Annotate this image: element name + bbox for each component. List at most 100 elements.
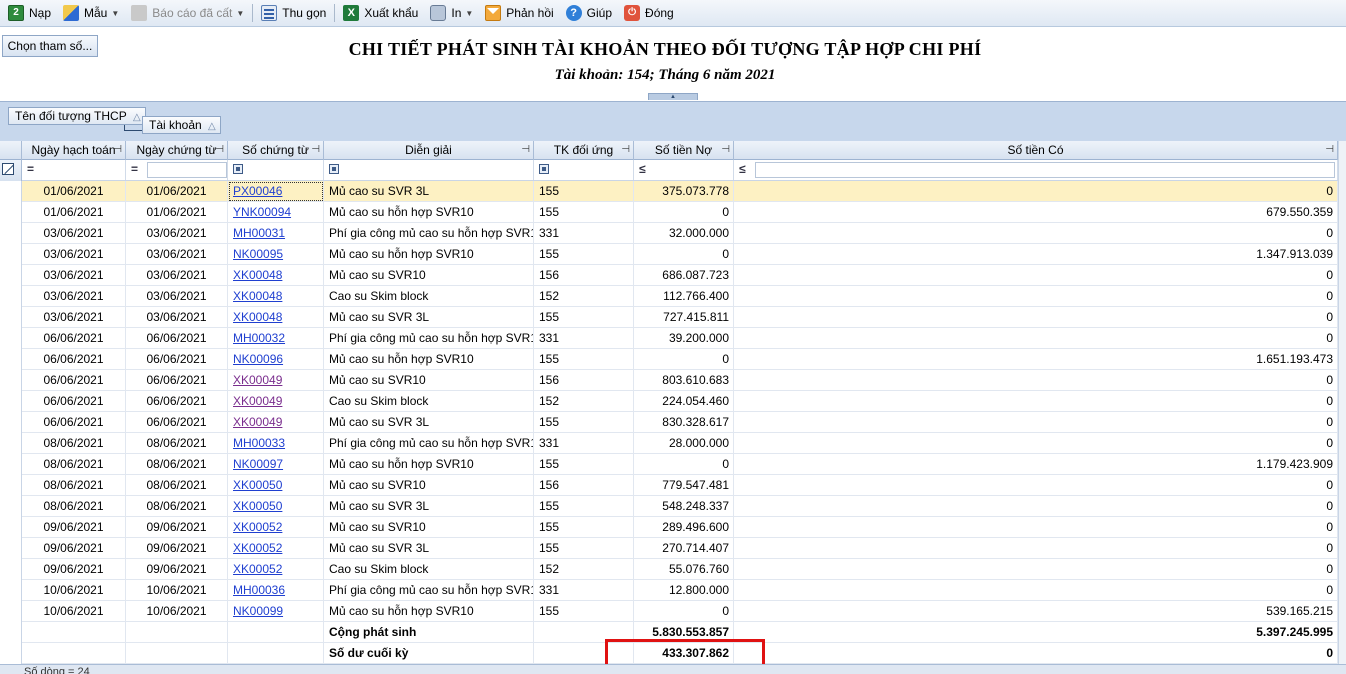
table-row[interactable]: 03/06/2021 03/06/2021 XK00048 Mủ cao su SVR…: [0, 265, 1346, 286]
filter-operator[interactable]: =: [27, 160, 39, 179]
column-header-dien-giai[interactable]: Diễn giải ⊣: [324, 141, 534, 160]
giup-button[interactable]: ? Giúp: [562, 2, 616, 24]
column-header-ngay-hach-toan[interactable]: Ngày hạch toán ⊣: [22, 141, 126, 160]
row-indicator[interactable]: [0, 601, 22, 622]
row-indicator[interactable]: [0, 538, 22, 559]
thu-gon-button[interactable]: Thu gọn: [257, 2, 330, 24]
column-header-so-tien-no[interactable]: Số tiền Nợ ⊣: [634, 141, 734, 160]
table-row[interactable]: 09/06/2021 09/06/2021 XK00052 Mủ cao su SVR…: [0, 538, 1346, 559]
group-chip-tai-khoan[interactable]: Tài khoản △: [142, 116, 221, 134]
table-row[interactable]: 06/06/2021 06/06/2021 XK00049 Mủ cao su SVR…: [0, 370, 1346, 391]
row-indicator[interactable]: [0, 370, 22, 391]
filter-input[interactable]: [755, 161, 1335, 178]
pin-icon[interactable]: ⊣: [1325, 141, 1334, 159]
voucher-link[interactable]: NK00096: [233, 352, 283, 366]
row-indicator[interactable]: [0, 223, 22, 244]
table-row[interactable]: 06/06/2021 06/06/2021 MH00032 Phí gia công …: [0, 328, 1346, 349]
column-header-so-chung-tu[interactable]: Số chứng từ ⊣: [228, 141, 324, 160]
filter-tk-doi-ung[interactable]: [534, 160, 634, 180]
voucher-link[interactable]: XK00052: [233, 520, 282, 534]
bao-cao-da-cat-button[interactable]: Báo cáo đã cất ▼: [127, 2, 248, 24]
filter-so-chung-tu[interactable]: [228, 160, 324, 180]
row-indicator[interactable]: [0, 181, 22, 202]
pin-icon[interactable]: ⊣: [521, 141, 530, 159]
row-indicator[interactable]: [0, 454, 22, 475]
row-indicator[interactable]: [0, 328, 22, 349]
table-row[interactable]: 01/06/2021 01/06/2021 YNK00094 Mủ cao su hỗ…: [0, 202, 1346, 223]
filter-ngay-hach-toan[interactable]: =: [22, 160, 126, 180]
row-indicator[interactable]: [0, 412, 22, 433]
filter-so-tien-no[interactable]: ≤: [634, 160, 734, 180]
row-indicator[interactable]: [0, 580, 22, 601]
pin-icon[interactable]: ⊣: [621, 141, 630, 159]
table-row[interactable]: 10/06/2021 10/06/2021 NK00099 Mủ cao su hỗn…: [0, 601, 1346, 622]
pin-icon[interactable]: ⊣: [113, 141, 122, 159]
voucher-link[interactable]: XK00048: [233, 268, 282, 282]
voucher-link[interactable]: NK00099: [233, 604, 283, 618]
voucher-link[interactable]: XK00050: [233, 478, 282, 492]
chevron-down-icon[interactable]: ▼: [111, 9, 119, 18]
row-indicator[interactable]: [0, 559, 22, 580]
column-header-so-tien-co[interactable]: Số tiền Có ⊣: [734, 141, 1338, 160]
column-header-ngay-chung-tu[interactable]: Ngày chứng từ ⊣: [126, 141, 228, 160]
row-indicator[interactable]: [0, 496, 22, 517]
collapse-header-handle[interactable]: ▲: [648, 93, 698, 100]
filter-checkbox-icon[interactable]: [329, 164, 339, 174]
mau-button[interactable]: Mẫu ▼: [59, 2, 123, 24]
voucher-link[interactable]: MH00031: [233, 226, 285, 240]
table-row[interactable]: 08/06/2021 08/06/2021 NK00097 Mủ cao su hỗn…: [0, 454, 1346, 475]
filter-checkbox-icon[interactable]: [233, 164, 243, 174]
table-row[interactable]: 06/06/2021 06/06/2021 XK00049 Mủ cao su SVR…: [0, 412, 1346, 433]
pin-icon[interactable]: ⊣: [721, 141, 730, 159]
filter-ngay-chung-tu[interactable]: =: [126, 160, 228, 180]
voucher-link[interactable]: XK00052: [233, 562, 282, 576]
row-indicator[interactable]: [0, 307, 22, 328]
row-indicator[interactable]: [0, 517, 22, 538]
filter-operator[interactable]: ≤: [639, 160, 651, 179]
table-row[interactable]: 09/06/2021 09/06/2021 XK00052 Cao su Skim b…: [0, 559, 1346, 580]
table-row[interactable]: 08/06/2021 08/06/2021 MH00033 Phí gia công …: [0, 433, 1346, 454]
filter-input[interactable]: [147, 161, 227, 178]
voucher-link[interactable]: XK00048: [233, 289, 282, 303]
table-row[interactable]: 09/06/2021 09/06/2021 XK00052 Mủ cao su SVR…: [0, 517, 1346, 538]
row-indicator[interactable]: [0, 244, 22, 265]
voucher-link[interactable]: YNK00094: [233, 205, 291, 219]
xuat-khau-button[interactable]: X Xuất khẩu: [339, 2, 422, 24]
voucher-link[interactable]: MH00036: [233, 583, 285, 597]
table-row[interactable]: 03/06/2021 03/06/2021 MH00031 Phí gia công …: [0, 223, 1346, 244]
row-indicator[interactable]: [0, 349, 22, 370]
pin-icon[interactable]: ⊣: [215, 141, 224, 159]
row-indicator[interactable]: [0, 202, 22, 223]
table-row[interactable]: 03/06/2021 03/06/2021 XK00048 Mủ cao su SVR…: [0, 307, 1346, 328]
nap-button[interactable]: 2 Nạp: [4, 2, 55, 24]
voucher-link[interactable]: XK00049: [233, 415, 282, 429]
table-row[interactable]: 08/06/2021 08/06/2021 XK00050 Mủ cao su SVR…: [0, 496, 1346, 517]
table-row[interactable]: 03/06/2021 03/06/2021 XK00048 Cao su Skim b…: [0, 286, 1346, 307]
table-row[interactable]: 01/06/2021 01/06/2021 PX00046 Mủ cao su SVR…: [0, 181, 1346, 202]
voucher-link[interactable]: NK00095: [233, 247, 283, 261]
voucher-link[interactable]: XK00048: [233, 310, 282, 324]
table-row[interactable]: 08/06/2021 08/06/2021 XK00050 Mủ cao su SVR…: [0, 475, 1346, 496]
row-indicator[interactable]: [0, 265, 22, 286]
filter-dien-giai[interactable]: [324, 160, 534, 180]
voucher-link[interactable]: XK00050: [233, 499, 282, 513]
row-indicator[interactable]: [0, 286, 22, 307]
row-indicator[interactable]: [0, 433, 22, 454]
voucher-link[interactable]: MH00033: [233, 436, 285, 450]
voucher-link[interactable]: XK00049: [233, 373, 282, 387]
table-row[interactable]: 06/06/2021 06/06/2021 XK00049 Cao su Skim b…: [0, 391, 1346, 412]
filter-clear-button[interactable]: [0, 160, 22, 181]
pin-icon[interactable]: ⊣: [311, 141, 320, 159]
dong-button[interactable]: ⏻ Đóng: [620, 2, 678, 24]
table-row[interactable]: 10/06/2021 10/06/2021 MH00036 Phí gia công …: [0, 580, 1346, 601]
filter-so-tien-co[interactable]: ≤: [734, 160, 1338, 180]
filter-checkbox-icon[interactable]: [539, 164, 549, 174]
vertical-scrollbar[interactable]: [1338, 141, 1346, 674]
table-row[interactable]: 03/06/2021 03/06/2021 NK00095 Mủ cao su hỗn…: [0, 244, 1346, 265]
chevron-down-icon[interactable]: ▼: [465, 9, 473, 18]
row-indicator[interactable]: [0, 391, 22, 412]
voucher-link[interactable]: NK00097: [233, 457, 283, 471]
phan-hoi-button[interactable]: Phản hồi: [481, 2, 557, 24]
voucher-link[interactable]: PX00046: [233, 184, 282, 198]
row-indicator[interactable]: [0, 475, 22, 496]
